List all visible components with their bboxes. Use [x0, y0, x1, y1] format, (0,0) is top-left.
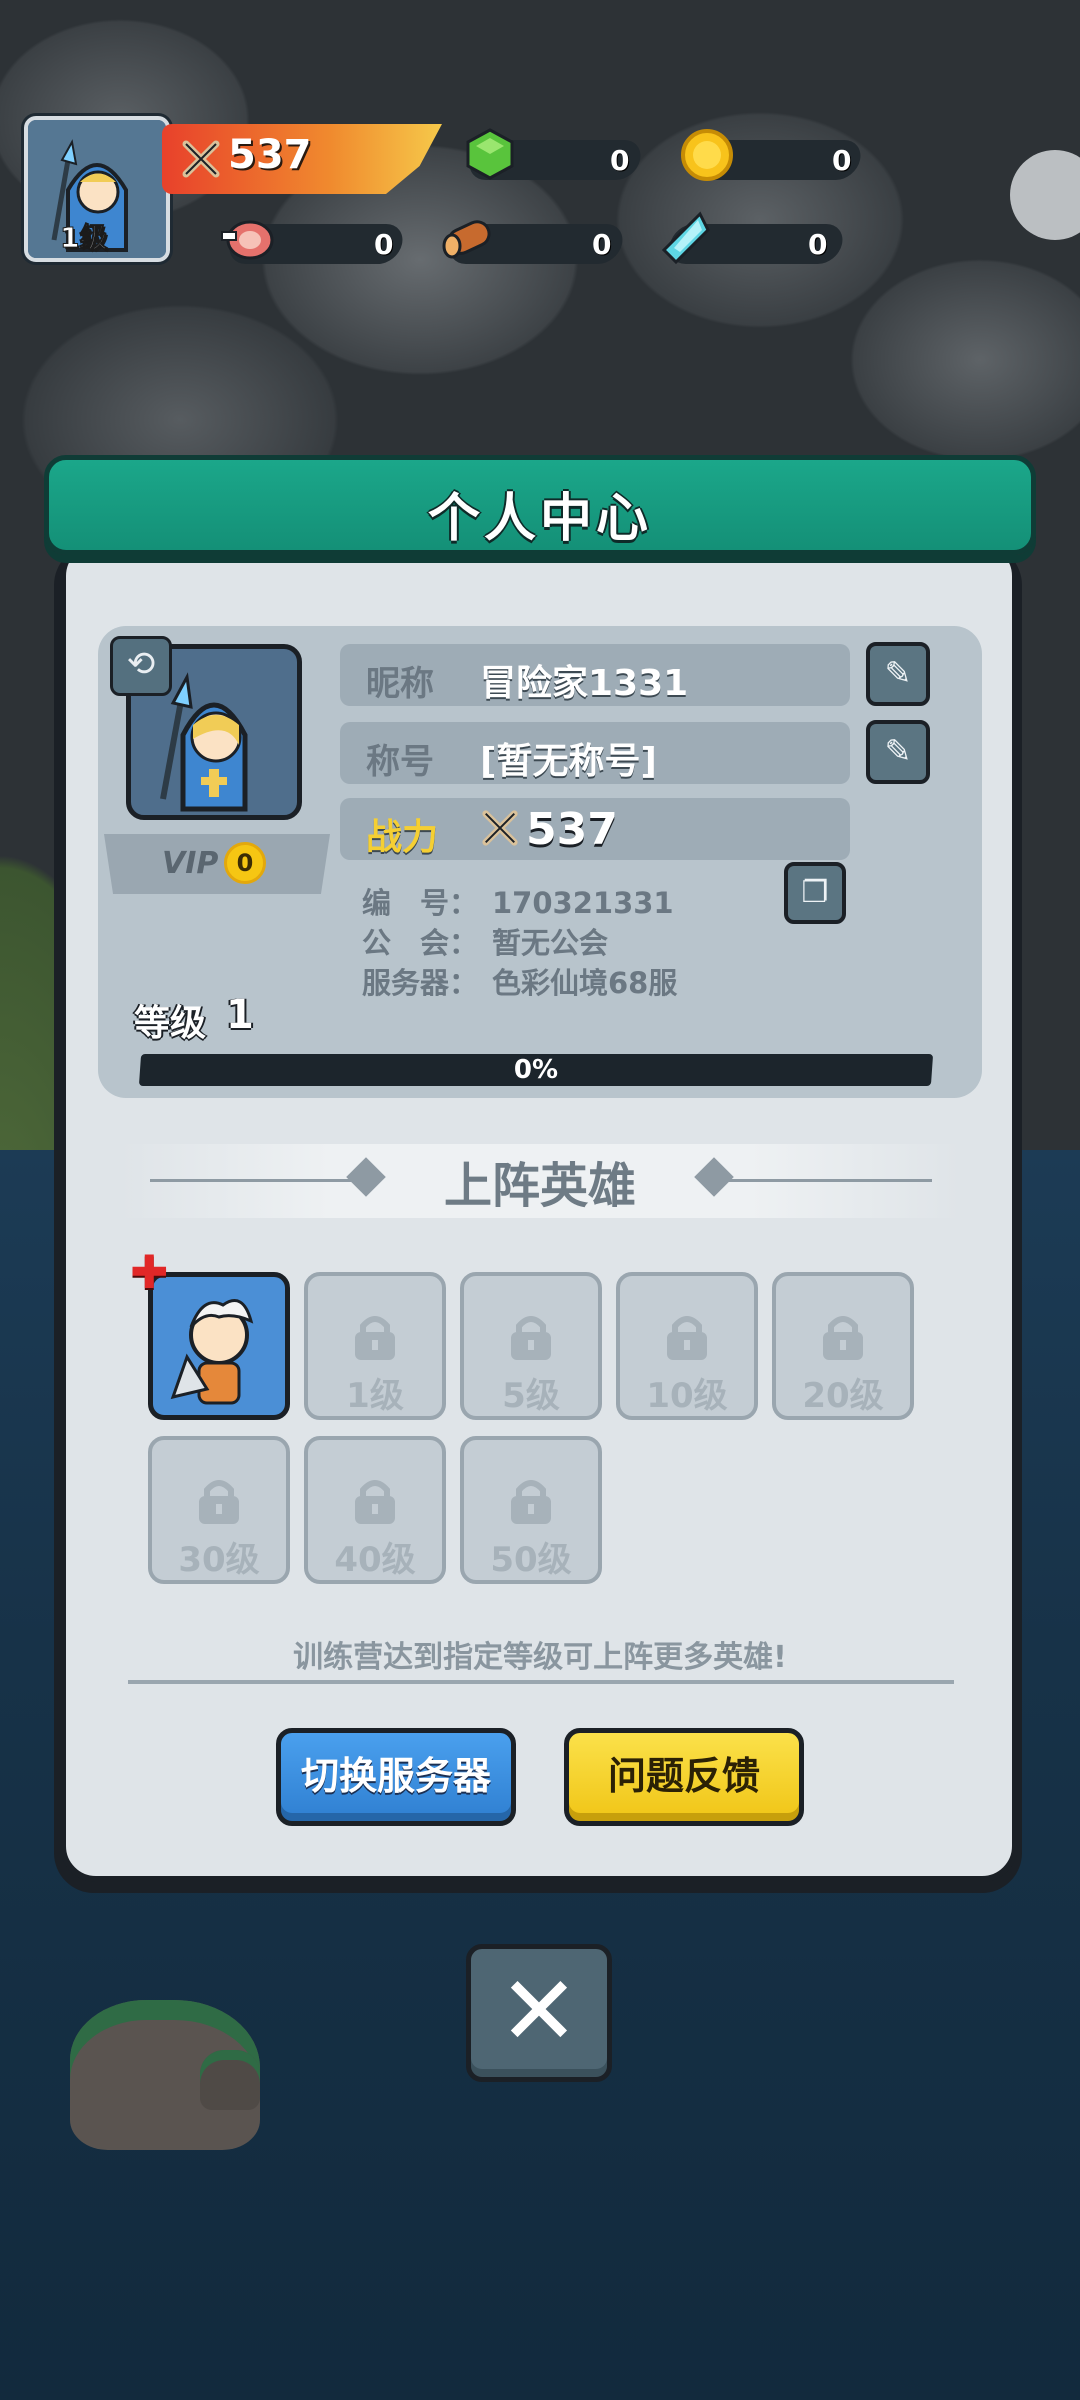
level-value: 1	[226, 992, 254, 1038]
guild-line: 公 会： 暂无公会	[362, 920, 608, 962]
hero-slot-unlock-label: 10级	[646, 1376, 728, 1416]
pencil-icon: ✎	[884, 654, 912, 692]
lock-icon	[659, 1310, 715, 1360]
hero-slot-locked[interactable]: 1级	[304, 1272, 446, 1420]
lock-icon	[815, 1310, 871, 1360]
heroes-hint-text: 训练营达到指定等级可上阵更多英雄!	[293, 1640, 787, 1675]
hero-slot-unlock-label: 30级	[178, 1540, 260, 1580]
plus-badge-icon: ✚	[130, 1245, 169, 1299]
lock-icon	[347, 1474, 403, 1524]
hero-slot-unlock-label: 20级	[802, 1376, 884, 1416]
lock-icon	[503, 1474, 559, 1524]
lock-icon	[191, 1474, 247, 1524]
hero-slot-unlock-label: 5级	[502, 1376, 560, 1416]
server-key: 服务器：	[362, 966, 479, 1000]
panel-title-bar: 个人中心	[44, 455, 1036, 555]
panel-title: 个人中心	[427, 489, 652, 549]
wood-log-icon	[438, 212, 498, 268]
gem-value: 0	[610, 144, 630, 177]
hero-slot-unlock-label: 1级	[346, 1376, 404, 1416]
meat-value: 0	[374, 228, 394, 261]
close-icon: ✕	[498, 1955, 580, 2067]
nickname-row: 昵称 冒险家1331	[340, 644, 850, 706]
nickname-value: 冒险家1331	[480, 663, 689, 704]
power-value: 537	[228, 132, 312, 178]
power-value: 537	[526, 804, 618, 855]
player-id-line: 编 号： 170321331	[362, 880, 674, 922]
hero-slot-locked[interactable]: 50级	[460, 1436, 602, 1584]
feedback-button[interactable]: 问题反馈	[564, 1728, 804, 1826]
lock-icon	[347, 1310, 403, 1360]
hero-slot-locked[interactable]: 5级	[460, 1272, 602, 1420]
power-row: 战力 537	[340, 798, 850, 860]
background-island-small	[200, 2050, 260, 2110]
xp-progress-bar: 0%	[138, 1054, 934, 1086]
lock-icon	[503, 1310, 559, 1360]
switch-server-button[interactable]: 切换服务器	[276, 1728, 516, 1826]
level-label: 等级	[134, 1003, 207, 1044]
nickname-label: 昵称	[366, 664, 434, 704]
refresh-icon: ⟲	[126, 644, 156, 684]
hero-slot-locked[interactable]: 30级	[148, 1436, 290, 1584]
swap-avatar-button[interactable]: ⟲	[110, 636, 172, 696]
server-value: 色彩仙境68服	[492, 966, 678, 1000]
edit-nickname-button[interactable]: ✎	[866, 642, 930, 706]
edit-title-button[interactable]: ✎	[866, 720, 930, 784]
green-gem-icon	[462, 126, 518, 186]
meat-icon	[220, 212, 278, 266]
player-level-badge: 1级	[59, 221, 108, 255]
pencil-icon: ✎	[884, 732, 912, 770]
power-swords-icon	[480, 808, 520, 852]
title-value: [暂无称号]	[480, 741, 657, 782]
hero-slot-unlock-label: 40级	[334, 1540, 416, 1580]
hero-slot-unlock-label: 50级	[490, 1540, 572, 1580]
title-label: 称号	[366, 742, 434, 782]
close-button[interactable]: ✕	[466, 1944, 612, 2082]
crystal-icon	[660, 210, 712, 270]
title-row: 称号 [暂无称号]	[340, 722, 850, 784]
hero-slot-locked[interactable]: 40级	[304, 1436, 446, 1584]
wood-value: 0	[592, 228, 612, 261]
power-label: 战力	[366, 817, 439, 858]
copy-icon: ❐	[801, 875, 829, 910]
guild-key: 公 会：	[362, 926, 479, 960]
power-swords-icon	[180, 138, 222, 184]
copy-id-button[interactable]: ❐	[784, 862, 846, 924]
vip-label: VIP	[162, 846, 219, 881]
crystal-value: 0	[808, 228, 828, 261]
gold-value: 0	[832, 144, 852, 177]
server-line: 服务器： 色彩仙境68服	[362, 960, 677, 1002]
player-id-value: 170321331	[492, 886, 674, 920]
hero-slot-locked[interactable]: 10级	[616, 1272, 758, 1420]
xp-percent-text: 0%	[513, 1055, 559, 1085]
hero-warrior-icon	[153, 1299, 285, 1419]
guild-value: 暂无公会	[492, 926, 609, 960]
heroes-section-title: 上阵英雄	[443, 1158, 636, 1214]
vip-level-badge: 0	[224, 842, 266, 884]
hint-divider	[128, 1680, 954, 1684]
player-id-key: 编 号：	[362, 886, 479, 920]
hero-slot-locked[interactable]: 20级	[772, 1272, 914, 1420]
gold-coin-icon	[680, 128, 734, 186]
